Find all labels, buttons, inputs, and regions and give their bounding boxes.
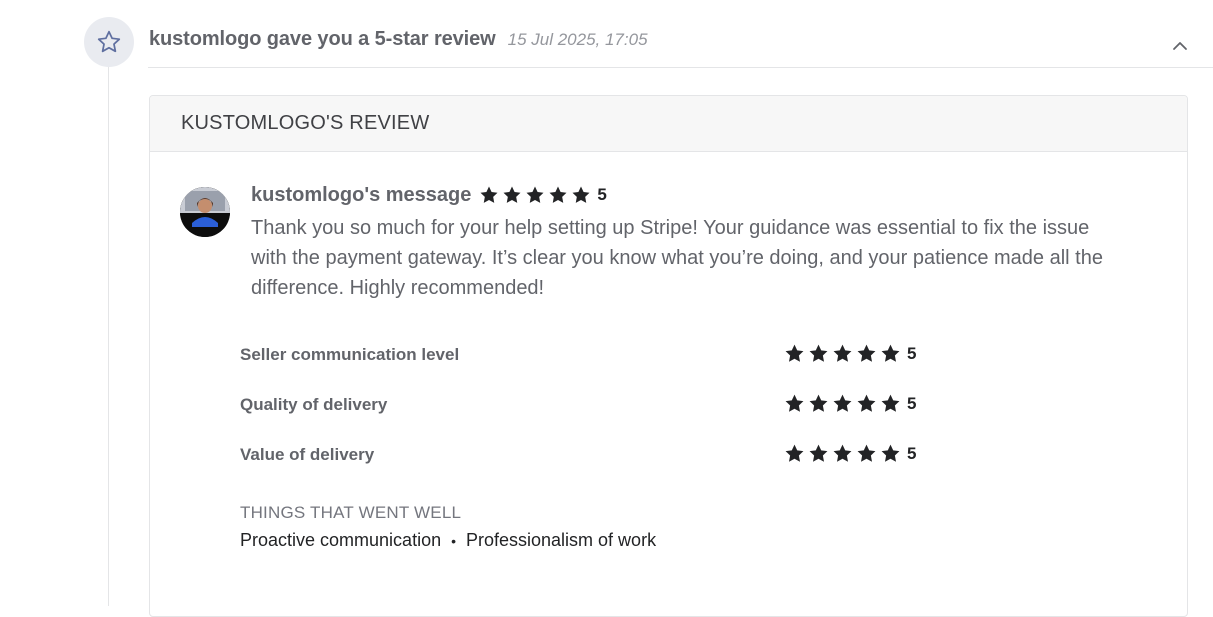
avatar-image xyxy=(180,187,230,237)
star-filled-icon xyxy=(785,344,804,362)
star-filled-icon xyxy=(857,444,876,462)
star-filled-icon xyxy=(785,444,804,462)
star-filled-icon xyxy=(881,444,900,462)
rating-value: 5 xyxy=(907,343,917,363)
message-block: kustomlogo's message 5 Thank you so much… xyxy=(251,182,1151,303)
rating-stars: 5 xyxy=(784,443,916,464)
star-filled-icon xyxy=(809,344,828,362)
review-card: KUSTOMLOGO'S REVIEW kustomlogo's message… xyxy=(149,95,1188,617)
review-message-text: Thank you so much for your help setting … xyxy=(251,217,1103,299)
bullet-separator: • xyxy=(451,532,456,549)
star-filled-icon xyxy=(480,186,498,203)
avatar[interactable] xyxy=(180,187,230,237)
rating-row: Seller communication level 5 xyxy=(240,341,940,391)
review-card-title: KUSTOMLOGO'S REVIEW xyxy=(181,112,430,134)
star-filled-icon xyxy=(833,394,852,412)
star-filled-icon xyxy=(549,186,567,203)
things-went-well-section: THINGS THAT WENT WELL Proactive communic… xyxy=(240,503,656,551)
message-head: kustomlogo's message 5 xyxy=(251,182,1151,208)
went-well-item: Professionalism of work xyxy=(466,530,657,550)
rating-value: 5 xyxy=(907,443,917,463)
event-icon-circle xyxy=(84,17,134,67)
star-filled-icon xyxy=(785,394,804,412)
rating-breakdown: Seller communication level 5 Quality of … xyxy=(240,341,940,491)
rating-row: Quality of delivery 5 xyxy=(240,391,940,441)
star-filled-icon xyxy=(881,394,900,412)
event-title: kustomlogo gave you a 5-star review xyxy=(149,28,496,50)
star-filled-icon xyxy=(809,444,828,462)
star-filled-icon xyxy=(857,344,876,362)
event-date: 15 Jul 2025, 17:05 xyxy=(507,30,648,49)
collapse-button[interactable] xyxy=(1168,34,1192,58)
star-filled-icon xyxy=(572,186,590,203)
header-divider xyxy=(148,67,1213,68)
timeline-line xyxy=(108,66,109,606)
review-card-header: KUSTOMLOGO'S REVIEW xyxy=(150,96,1187,152)
rating-label: Seller communication level xyxy=(240,345,460,364)
rating-row: Value of delivery 5 xyxy=(240,441,940,491)
star-outline-icon xyxy=(97,30,121,53)
star-filled-icon xyxy=(833,344,852,362)
event-header: kustomlogo gave you a 5-star review 15 J… xyxy=(149,28,1213,58)
things-went-well-title: THINGS THAT WENT WELL xyxy=(240,503,462,522)
star-filled-icon xyxy=(526,186,544,203)
overall-rating-value: 5 xyxy=(597,185,607,204)
message-author: kustomlogo's message xyxy=(251,183,472,206)
chevron-up-icon xyxy=(1173,42,1187,50)
rating-value: 5 xyxy=(907,393,917,413)
went-well-item: Proactive communication xyxy=(240,530,442,550)
star-filled-icon xyxy=(503,186,521,203)
star-filled-icon xyxy=(857,394,876,412)
things-went-well-list: Proactive communication • Professionalis… xyxy=(240,530,656,551)
rating-label: Quality of delivery xyxy=(240,395,388,414)
rating-stars: 5 xyxy=(784,343,916,364)
star-filled-icon xyxy=(833,444,852,462)
star-filled-icon xyxy=(881,344,900,362)
star-filled-icon xyxy=(809,394,828,412)
rating-label: Value of delivery xyxy=(240,445,375,464)
rating-stars: 5 xyxy=(784,393,916,414)
overall-stars: 5 xyxy=(479,185,607,205)
